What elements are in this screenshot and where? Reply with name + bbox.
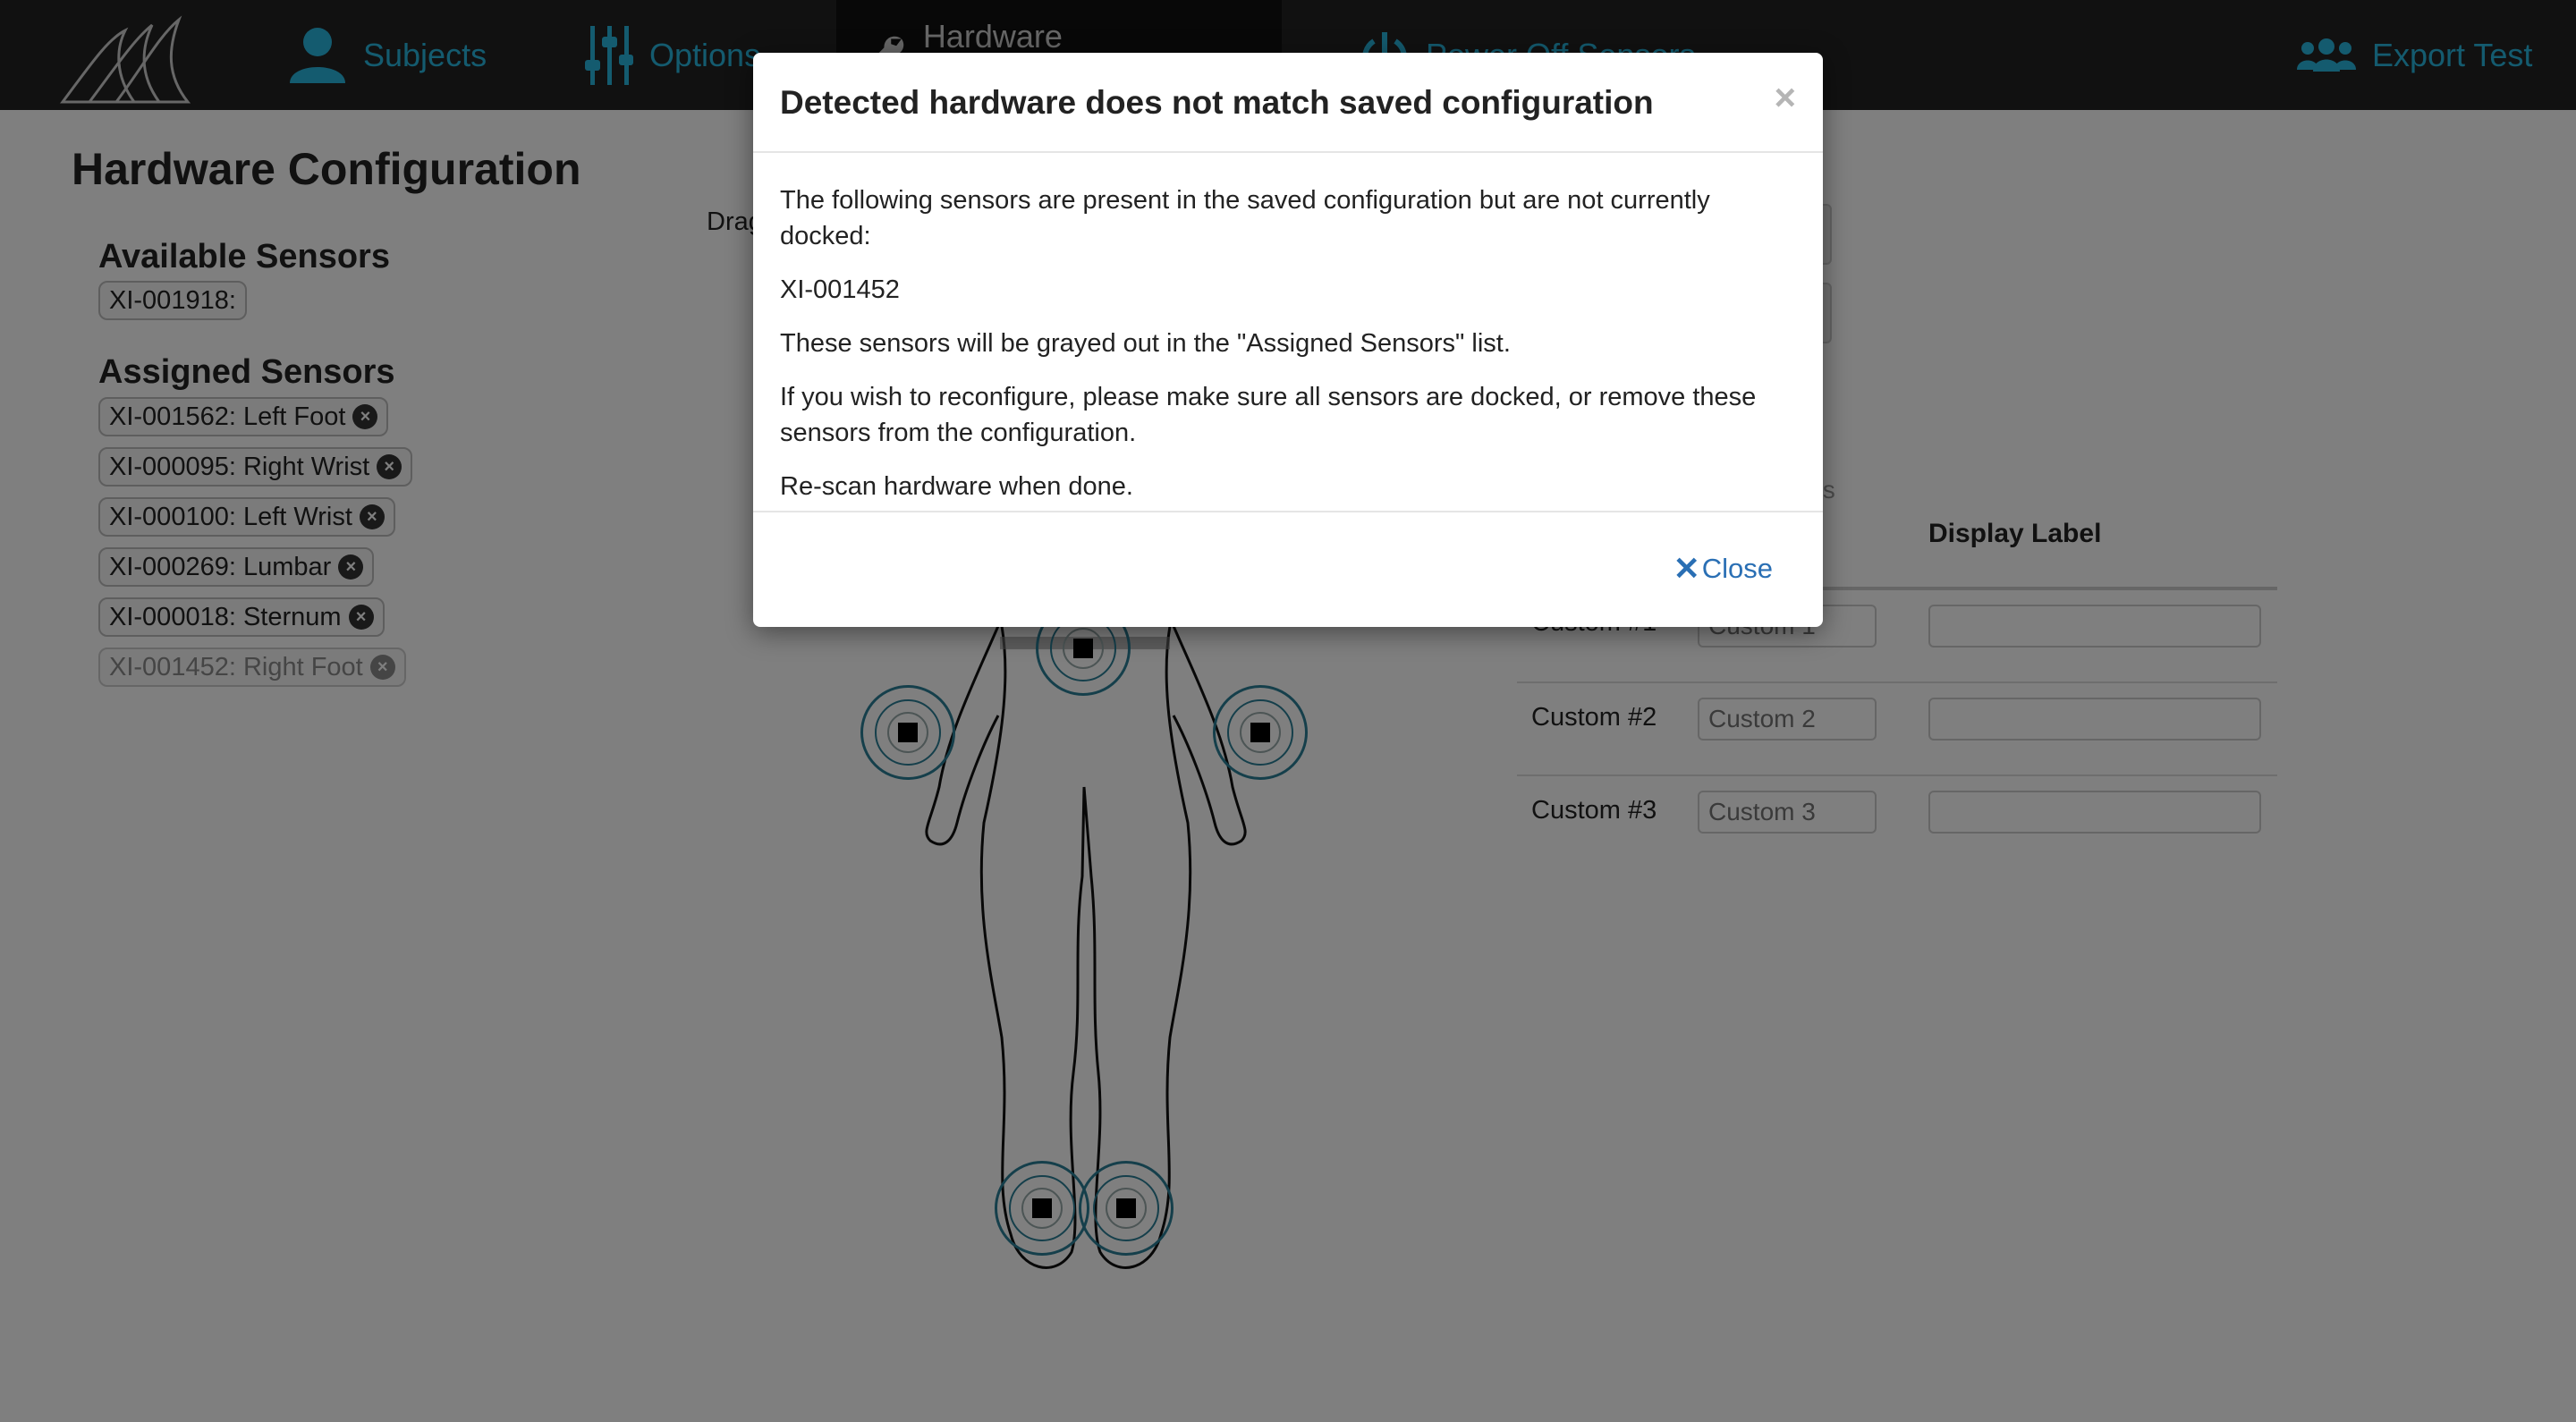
modal-body: The following sensors are present in the… <box>780 182 1800 522</box>
modal-message-line: If you wish to reconfigure, please make … <box>780 383 1757 447</box>
modal-message-line: The following sensors are present in the… <box>780 186 1710 250</box>
close-x-icon[interactable]: × <box>1774 76 1796 119</box>
modal-header: Detected hardware does not match saved c… <box>753 53 1823 153</box>
modal-message-line: These sensors will be grayed out in the … <box>780 329 1511 358</box>
modal-title: Detected hardware does not match saved c… <box>780 84 1654 121</box>
close-button[interactable]: ✕ Close <box>1674 550 1773 588</box>
close-button-label: Close <box>1701 553 1773 584</box>
hardware-mismatch-dialog: Detected hardware does not match saved c… <box>753 53 1823 627</box>
missing-sensor-id: XI-001452 <box>780 275 900 304</box>
modal-footer: ✕ Close <box>753 511 1823 627</box>
modal-message-line: Re-scan hardware when done. <box>780 472 1133 501</box>
close-icon: ✕ <box>1673 550 1700 587</box>
